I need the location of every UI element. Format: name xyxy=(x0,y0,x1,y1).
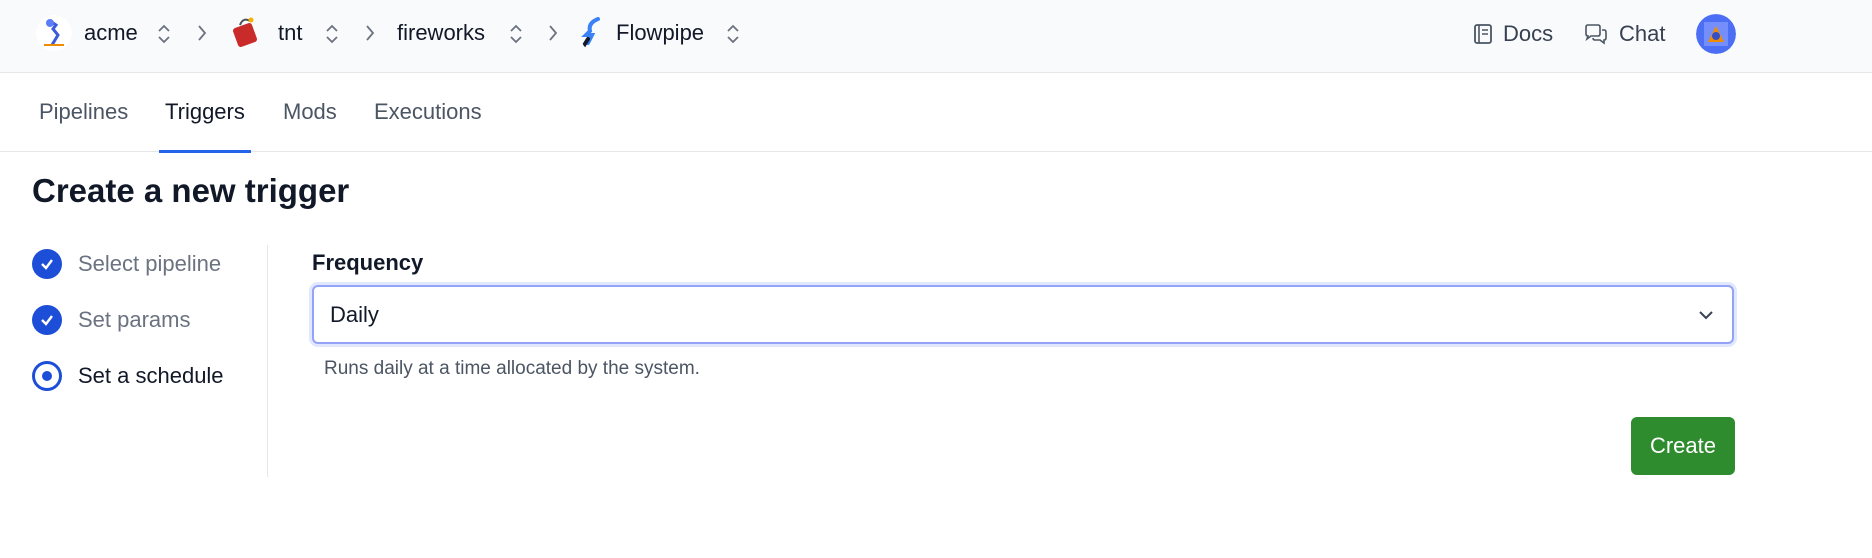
check-circle-icon xyxy=(32,305,62,335)
switch-project-icon[interactable] xyxy=(507,22,525,46)
frequency-label: Frequency xyxy=(312,250,424,275)
frequency-select[interactable]: Daily xyxy=(312,285,1734,344)
tab-executions[interactable]: Executions xyxy=(374,73,482,152)
flowpipe-logo-icon xyxy=(580,15,606,51)
frequency-help-text: Runs daily at a time allocated by the sy… xyxy=(324,358,700,379)
breadcrumb-workspace-label: tnt xyxy=(278,20,303,45)
create-button[interactable]: Create xyxy=(1631,417,1735,475)
tab-mods[interactable]: Mods xyxy=(283,73,337,152)
step-select-pipeline[interactable]: Select pipeline xyxy=(32,247,221,281)
user-avatar[interactable] xyxy=(1696,14,1736,54)
switch-org-icon[interactable] xyxy=(155,22,173,46)
tab-triggers[interactable]: Triggers xyxy=(159,73,251,153)
breadcrumb-org-label: acme xyxy=(84,20,138,45)
breadcrumb-org[interactable]: acme xyxy=(36,0,138,66)
breadcrumb-project-label: fireworks xyxy=(397,20,486,45)
workspace-avatar-icon xyxy=(228,15,264,51)
step-label: Select pipeline xyxy=(78,251,222,276)
switch-app-icon[interactable] xyxy=(724,22,742,46)
tab-bar: Pipelines Triggers Mods Executions xyxy=(0,73,1872,153)
frequency-value: Daily xyxy=(330,301,379,327)
breadcrumb-chevron-icon xyxy=(366,25,375,41)
tab-pipelines[interactable]: Pipelines xyxy=(39,73,128,152)
docs-label: Docs xyxy=(1503,21,1554,46)
current-step-icon xyxy=(32,361,62,391)
breadcrumb-chevron-icon xyxy=(198,25,207,41)
book-icon xyxy=(1474,24,1492,44)
breadcrumb-workspace[interactable]: tnt xyxy=(228,0,302,66)
check-circle-icon xyxy=(32,249,62,279)
breadcrumb-app[interactable]: Flowpipe xyxy=(580,0,704,66)
breadcrumb-app-label: Flowpipe xyxy=(616,20,705,45)
step-label: Set params xyxy=(78,307,191,332)
chat-icon xyxy=(1585,24,1607,45)
breadcrumb-chevron-icon xyxy=(549,25,558,41)
step-label: Set a schedule xyxy=(78,363,224,388)
chevron-down-icon xyxy=(1699,311,1713,320)
user-avatar-icon xyxy=(1696,14,1736,54)
org-avatar-icon xyxy=(36,15,72,51)
step-set-schedule[interactable]: Set a schedule xyxy=(32,359,224,393)
switch-workspace-icon[interactable] xyxy=(323,22,341,46)
page-title: Create a new trigger xyxy=(32,172,350,209)
docs-link[interactable]: Docs xyxy=(1473,16,1553,52)
top-bar: acme tnt fireworks Flowpipe Docs Chat xyxy=(0,0,1872,73)
breadcrumb-project[interactable]: fireworks xyxy=(397,0,485,66)
wizard-steps: Select pipeline Set params Set a schedul… xyxy=(32,245,268,477)
step-set-params[interactable]: Set params xyxy=(32,303,191,337)
chat-label: Chat xyxy=(1619,21,1666,46)
chat-link[interactable]: Chat xyxy=(1583,16,1665,52)
